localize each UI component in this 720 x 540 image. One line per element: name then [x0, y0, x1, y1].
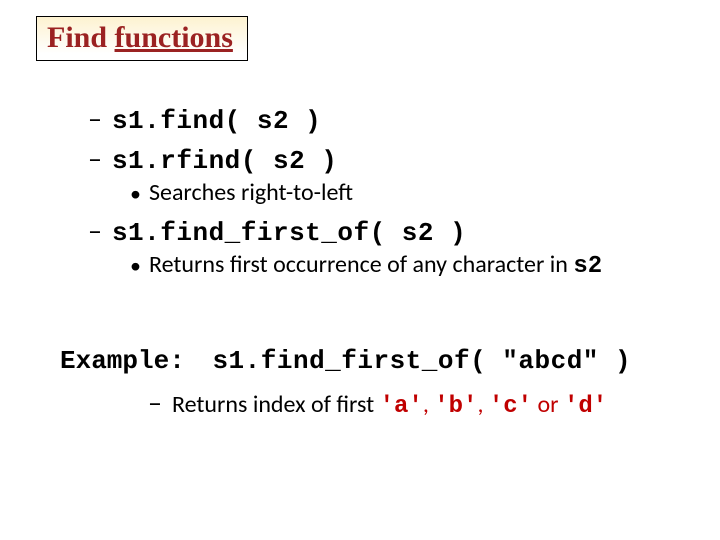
title-word-functions: functions	[115, 21, 233, 54]
text-ffo-note: Returns first occurrence of any characte…	[149, 250, 602, 280]
example-sub-pre: Returns index of first	[172, 390, 380, 419]
bullet-icon: •	[130, 180, 141, 209]
example-line: Example: s1.find_first_of( "abcd" )	[60, 346, 631, 376]
dash-icon: –	[88, 214, 102, 248]
dash-icon: –	[88, 102, 102, 136]
sep-or: or	[532, 390, 564, 419]
title-word-find: Find	[47, 21, 107, 54]
text-rfind-note: Searches right-to-left	[149, 178, 353, 207]
sep: ,	[477, 390, 488, 419]
char-c: 'c'	[489, 393, 532, 420]
sep: ,	[423, 390, 434, 419]
char-d: 'd'	[564, 393, 607, 420]
example-code: s1.find_first_of( "abcd" )	[212, 346, 631, 376]
char-a: 'a'	[380, 393, 423, 420]
example-label: Example:	[60, 346, 185, 376]
example-sub: – Returns index of first 'a', 'b', 'c' o…	[148, 386, 607, 420]
code-find: s1.find( s2 )	[112, 106, 321, 136]
char-b: 'b'	[434, 393, 477, 420]
code-s2: s2	[573, 253, 602, 280]
code-rfind: s1.rfind( s2 )	[112, 146, 337, 176]
code-find-first-of: s1.find_first_of( s2 )	[112, 218, 466, 248]
content-area: – s1.find( s2 ) – s1.rfind( s2 ) • Searc…	[60, 100, 680, 280]
bullet-find: – s1.find( s2 )	[88, 102, 680, 136]
slide: Find functions – s1.find( s2 ) – s1.rfin…	[0, 0, 720, 540]
dash-icon: –	[148, 386, 162, 420]
bullet-icon: •	[130, 252, 141, 281]
example-sub-text: Returns index of first 'a', 'b', 'c' or …	[172, 390, 607, 420]
bullet-ffo-note: • Returns first occurrence of any charac…	[130, 250, 680, 280]
bullet-find-first-of: – s1.find_first_of( s2 )	[88, 214, 680, 248]
dash-icon: –	[88, 142, 102, 176]
slide-title: Find functions	[36, 16, 248, 61]
bullet-rfind-note: • Searches right-to-left	[130, 178, 680, 208]
bullet-rfind: – s1.rfind( s2 )	[88, 142, 680, 176]
text-ffo-note-pre: Returns first occurrence of any characte…	[149, 250, 573, 279]
